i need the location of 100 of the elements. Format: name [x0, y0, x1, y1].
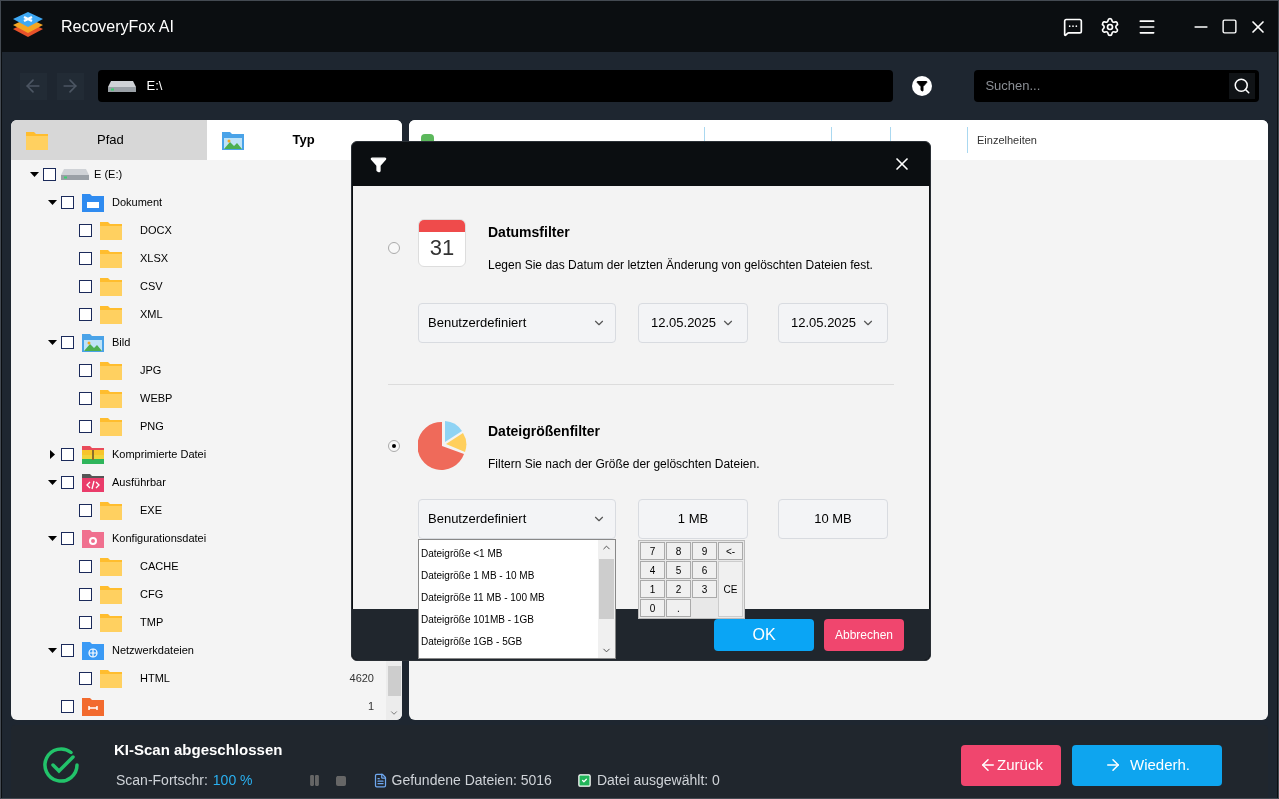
checkbox[interactable]: [79, 615, 92, 629]
tree-item-label[interactable]: TMP: [140, 613, 164, 631]
tree-item-label[interactable]: JPG: [140, 361, 162, 379]
tree-item-label[interactable]: CFG: [140, 585, 164, 603]
size-field[interactable]: 10 MB: [778, 499, 888, 539]
path-field[interactable]: E:\: [97, 70, 893, 102]
tree-item-label[interactable]: XLSX: [140, 249, 169, 267]
dropdown[interactable]: Benutzerdefiniert: [418, 499, 616, 539]
keypad-key[interactable]: 4: [640, 561, 665, 579]
keypad-key[interactable]: 0: [640, 599, 665, 617]
checkbox[interactable]: [79, 391, 92, 405]
clear-key[interactable]: CE: [718, 561, 743, 617]
keypad-key[interactable]: 3: [692, 580, 717, 598]
collapse-arrow-icon[interactable]: [47, 533, 57, 543]
search-box[interactable]: Suchen...: [974, 70, 1259, 102]
keypad-key[interactable]: <-: [718, 542, 743, 560]
tree-item-label[interactable]: PNG: [140, 417, 164, 435]
tree-item-label[interactable]: EXE: [140, 501, 162, 519]
stop-icon[interactable]: [334, 774, 347, 787]
settings-icon[interactable]: [1100, 16, 1120, 37]
collapse-arrow-icon[interactable]: [47, 337, 57, 347]
size-options-list[interactable]: Dateigröße <1 MB Dateigröße 1 MB - 10 MB Dateigröße 11 MB - 100 MB Dateigröße 101MB - 1GB Dateigröße 1GB - 5GB: [418, 539, 616, 659]
tab[interactable]: Pfad: [11, 120, 207, 160]
size-field[interactable]: 1 MB: [638, 499, 748, 539]
checkbox[interactable]: [43, 167, 56, 181]
back-button[interactable]: Zurück: [961, 744, 1061, 786]
folder-icon: [99, 499, 123, 521]
calendar-icon: 31: [418, 219, 466, 267]
checkbox[interactable]: [61, 643, 74, 657]
scrollbar-thumb[interactable]: [387, 666, 401, 696]
checkbox[interactable]: [79, 587, 92, 601]
radio-button[interactable]: [388, 440, 400, 452]
file-count: 1: [367, 698, 374, 714]
column-header[interactable]: Einzelheiten: [967, 127, 1037, 153]
folder-icon: [25, 129, 49, 151]
list-option[interactable]: Dateigröße 1 MB - 10 MB: [421, 564, 598, 586]
collapse-arrow-icon[interactable]: [47, 477, 57, 487]
collapse-arrow-icon[interactable]: [29, 169, 39, 179]
tree-item-label[interactable]: DOCX: [140, 221, 172, 239]
tree-item-label[interactable]: Netzwerkdateien: [112, 641, 194, 659]
collapse-arrow-icon[interactable]: [47, 645, 57, 655]
dropdown[interactable]: Benutzerdefiniert: [418, 303, 616, 343]
expand-arrow-icon[interactable]: [47, 449, 57, 459]
checkbox[interactable]: [79, 671, 92, 685]
tree-item-label[interactable]: XML: [140, 305, 163, 323]
feedback-icon[interactable]: [1063, 16, 1083, 37]
checkbox[interactable]: [79, 419, 92, 433]
search-icon[interactable]: [1233, 77, 1251, 95]
checkbox[interactable]: [79, 251, 92, 265]
date-field[interactable]: 12.05.2025: [638, 303, 748, 343]
list-option[interactable]: Dateigröße 11 MB - 100 MB: [421, 586, 598, 608]
selected-files-count: Datei ausgewählt: 0: [596, 771, 720, 791]
checkbox[interactable]: [79, 223, 92, 237]
list-option[interactable]: Dateigröße 1GB - 5GB: [421, 630, 598, 652]
tree-item-label[interactable]: HTML: [140, 669, 170, 687]
scrollbar[interactable]: [598, 540, 615, 658]
checkbox[interactable]: [79, 363, 92, 377]
checkbox[interactable]: [61, 195, 74, 209]
checkbox[interactable]: [61, 447, 74, 461]
progress-value: 100 %: [212, 771, 253, 791]
collapse-arrow-icon[interactable]: [47, 197, 57, 207]
scrollbar-thumb[interactable]: [599, 559, 614, 619]
keypad-key[interactable]: 6: [692, 561, 717, 579]
checkbox[interactable]: [79, 307, 92, 321]
checked-box-icon: [576, 773, 592, 789]
keypad-key[interactable]: 8: [666, 542, 691, 560]
image-folder-icon: [81, 331, 105, 353]
cancel-button[interactable]: Abbrechen: [824, 618, 904, 651]
checkbox[interactable]: [61, 699, 74, 713]
tree-item-label[interactable]: Bild: [112, 333, 131, 351]
checkbox[interactable]: [79, 279, 92, 293]
keypad-key[interactable]: 2: [666, 580, 691, 598]
checkbox[interactable]: [79, 503, 92, 517]
search-field[interactable]: Suchen...: [985, 76, 1229, 96]
tree-item-label[interactable]: E (E:): [94, 165, 123, 183]
checkbox[interactable]: [61, 531, 74, 545]
tree-item-label[interactable]: Konfigurationsdatei: [112, 529, 207, 547]
pause-icon[interactable]: [307, 774, 321, 788]
checkbox[interactable]: [61, 475, 74, 489]
tree-item-label[interactable]: WEBP: [140, 389, 173, 407]
tree-item-label[interactable]: CACHE: [140, 557, 179, 575]
keypad-key[interactable]: 9: [692, 542, 717, 560]
checkbox[interactable]: [61, 335, 74, 349]
tree-item-label[interactable]: CSV: [140, 277, 163, 295]
arrow-right-icon: [1104, 756, 1122, 774]
maximize-icon[interactable]: [1221, 18, 1238, 35]
tree-item-label[interactable]: Dokument: [112, 193, 163, 211]
keypad-key[interactable]: .: [666, 599, 691, 617]
list-option[interactable]: Dateigröße 101MB - 1GB: [421, 608, 598, 630]
list-option[interactable]: Dateigröße <1 MB: [421, 542, 598, 564]
keypad-key[interactable]: 7: [640, 542, 665, 560]
radio-button[interactable]: [388, 242, 400, 254]
date-field[interactable]: 12.05.2025: [778, 303, 888, 343]
tree-item-label[interactable]: Komprimierte Datei: [112, 445, 207, 463]
tree-item-label[interactable]: Ausführbar: [112, 473, 166, 491]
checkbox[interactable]: [79, 559, 92, 573]
image-folder-icon: [220, 129, 245, 151]
keypad-key[interactable]: 5: [666, 561, 691, 579]
keypad-key[interactable]: 1: [640, 580, 665, 598]
window-title: RecoveryFox AI: [61, 16, 174, 37]
